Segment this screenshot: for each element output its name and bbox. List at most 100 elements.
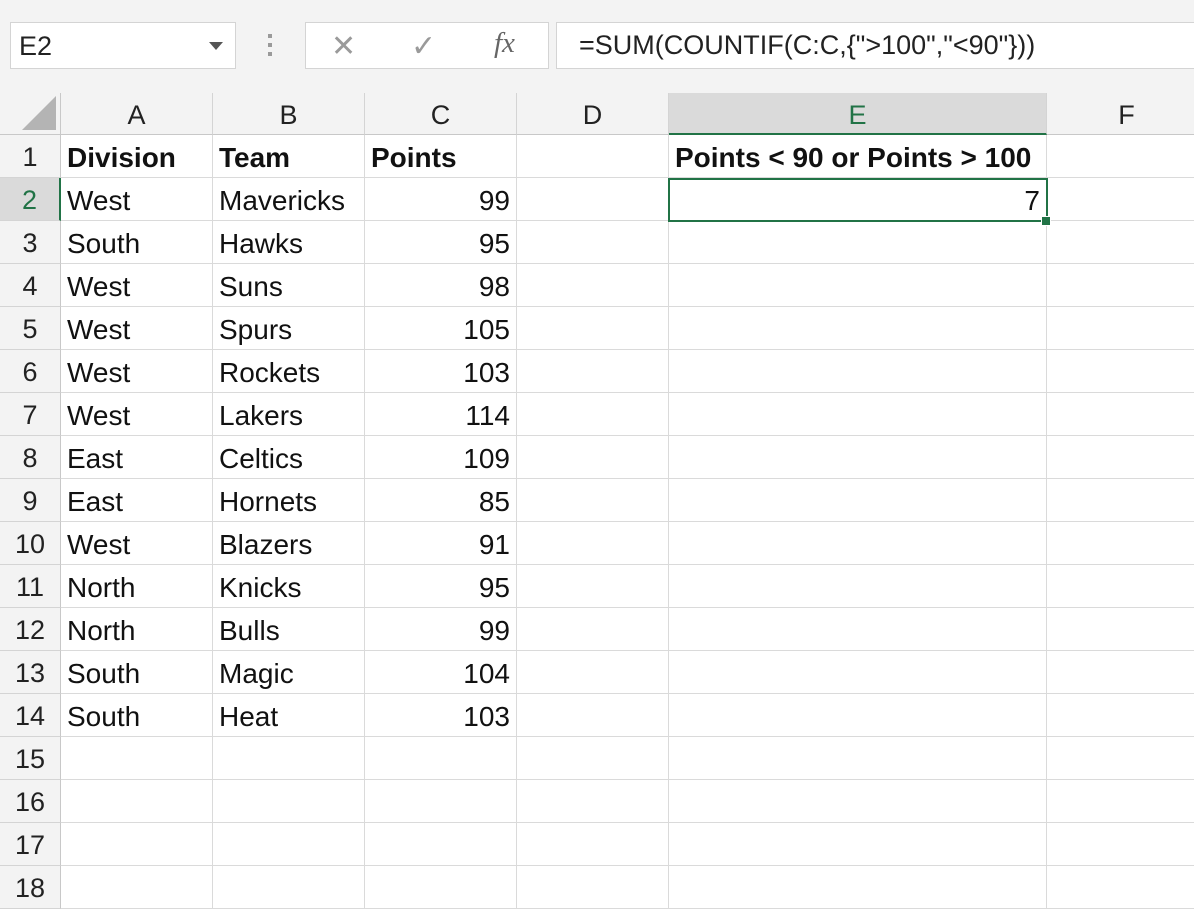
cell-b17[interactable] <box>213 823 365 866</box>
cell-b3[interactable]: Hawks <box>213 221 365 264</box>
row-header-14[interactable]: 14 <box>0 694 61 737</box>
cell-e14[interactable] <box>669 694 1047 737</box>
cell-b11[interactable]: Knicks <box>213 565 365 608</box>
cell-c6[interactable]: 103 <box>365 350 517 393</box>
cell-d4[interactable] <box>517 264 669 307</box>
column-header-a[interactable]: A <box>61 93 213 135</box>
column-header-c[interactable]: C <box>365 93 517 135</box>
name-box[interactable]: E2 <box>10 22 236 69</box>
cell-e3[interactable] <box>669 221 1047 264</box>
cell-b9[interactable]: Hornets <box>213 479 365 522</box>
cell-e17[interactable] <box>669 823 1047 866</box>
cell-f15[interactable] <box>1047 737 1194 780</box>
cell-a2[interactable]: West <box>61 178 213 221</box>
cell-a15[interactable] <box>61 737 213 780</box>
insert-function-icon[interactable]: fx <box>494 27 515 60</box>
cell-c13[interactable]: 104 <box>365 651 517 694</box>
cell-a12[interactable]: North <box>61 608 213 651</box>
cell-b4[interactable]: Suns <box>213 264 365 307</box>
cell-d14[interactable] <box>517 694 669 737</box>
cell-c10[interactable]: 91 <box>365 522 517 565</box>
cancel-icon[interactable]: ✕ <box>331 29 356 64</box>
row-header-12[interactable]: 12 <box>0 608 61 651</box>
cell-c3[interactable]: 95 <box>365 221 517 264</box>
column-header-d[interactable]: D <box>517 93 669 135</box>
cell-d6[interactable] <box>517 350 669 393</box>
cell-e9[interactable] <box>669 479 1047 522</box>
column-header-e[interactable]: E <box>669 93 1047 135</box>
cell-b13[interactable]: Magic <box>213 651 365 694</box>
cell-e8[interactable] <box>669 436 1047 479</box>
cell-a16[interactable] <box>61 780 213 823</box>
drag-handle-icon[interactable] <box>268 34 273 58</box>
row-header-16[interactable]: 16 <box>0 780 61 823</box>
cell-a10[interactable]: West <box>61 522 213 565</box>
cell-a3[interactable]: South <box>61 221 213 264</box>
cell-f16[interactable] <box>1047 780 1194 823</box>
cell-d8[interactable] <box>517 436 669 479</box>
row-header-10[interactable]: 10 <box>0 522 61 565</box>
cell-e11[interactable] <box>669 565 1047 608</box>
cell-c9[interactable]: 85 <box>365 479 517 522</box>
cell-b15[interactable] <box>213 737 365 780</box>
cell-d15[interactable] <box>517 737 669 780</box>
chevron-down-icon[interactable] <box>209 42 223 50</box>
row-header-3[interactable]: 3 <box>0 221 61 264</box>
cell-c4[interactable]: 98 <box>365 264 517 307</box>
cell-a13[interactable]: South <box>61 651 213 694</box>
cell-b1[interactable]: Team <box>213 135 365 178</box>
cell-d16[interactable] <box>517 780 669 823</box>
cell-d5[interactable] <box>517 307 669 350</box>
row-header-13[interactable]: 13 <box>0 651 61 694</box>
cell-c7[interactable]: 114 <box>365 393 517 436</box>
cell-c17[interactable] <box>365 823 517 866</box>
cell-c16[interactable] <box>365 780 517 823</box>
cell-d2[interactable] <box>517 178 669 221</box>
cell-d11[interactable] <box>517 565 669 608</box>
cell-c15[interactable] <box>365 737 517 780</box>
cell-a7[interactable]: West <box>61 393 213 436</box>
cell-e10[interactable] <box>669 522 1047 565</box>
cell-f2[interactable] <box>1047 178 1194 221</box>
cell-a8[interactable]: East <box>61 436 213 479</box>
cell-f17[interactable] <box>1047 823 1194 866</box>
row-header-8[interactable]: 8 <box>0 436 61 479</box>
cell-f4[interactable] <box>1047 264 1194 307</box>
cell-e1[interactable]: Points < 90 or Points > 100 <box>669 135 1047 178</box>
cell-d12[interactable] <box>517 608 669 651</box>
cell-b8[interactable]: Celtics <box>213 436 365 479</box>
cell-e15[interactable] <box>669 737 1047 780</box>
cell-c8[interactable]: 109 <box>365 436 517 479</box>
row-header-9[interactable]: 9 <box>0 479 61 522</box>
cell-b12[interactable]: Bulls <box>213 608 365 651</box>
row-header-11[interactable]: 11 <box>0 565 61 608</box>
row-header-2[interactable]: 2 <box>0 178 61 221</box>
cell-b14[interactable]: Heat <box>213 694 365 737</box>
cell-e7[interactable] <box>669 393 1047 436</box>
column-header-b[interactable]: B <box>213 93 365 135</box>
cell-f5[interactable] <box>1047 307 1194 350</box>
cell-a6[interactable]: West <box>61 350 213 393</box>
cell-e13[interactable] <box>669 651 1047 694</box>
cell-f7[interactable] <box>1047 393 1194 436</box>
cell-c12[interactable]: 99 <box>365 608 517 651</box>
row-header-1[interactable]: 1 <box>0 135 61 178</box>
fill-handle[interactable] <box>1041 216 1051 226</box>
enter-icon[interactable]: ✓ <box>411 29 436 64</box>
cell-a5[interactable]: West <box>61 307 213 350</box>
row-header-4[interactable]: 4 <box>0 264 61 307</box>
cell-d9[interactable] <box>517 479 669 522</box>
cell-f11[interactable] <box>1047 565 1194 608</box>
cell-b2[interactable]: Mavericks <box>213 178 365 221</box>
cell-a11[interactable]: North <box>61 565 213 608</box>
cell-a9[interactable]: East <box>61 479 213 522</box>
row-header-6[interactable]: 6 <box>0 350 61 393</box>
cell-f12[interactable] <box>1047 608 1194 651</box>
cell-c11[interactable]: 95 <box>365 565 517 608</box>
cell-d1[interactable] <box>517 135 669 178</box>
cell-b10[interactable]: Blazers <box>213 522 365 565</box>
cell-d7[interactable] <box>517 393 669 436</box>
cell-f8[interactable] <box>1047 436 1194 479</box>
cell-f13[interactable] <box>1047 651 1194 694</box>
row-header-5[interactable]: 5 <box>0 307 61 350</box>
